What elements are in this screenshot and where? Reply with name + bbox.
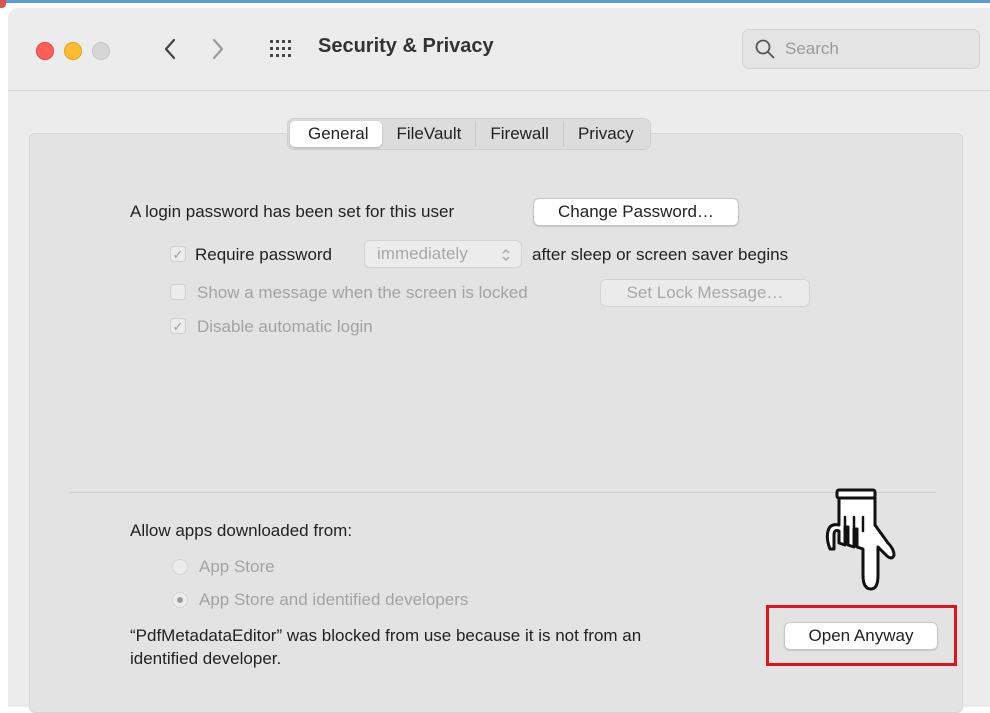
after-sleep-text: after sleep or screen saver begins <box>532 245 789 264</box>
show-message-checkbox[interactable] <box>170 284 186 300</box>
search-input[interactable] <box>783 38 967 60</box>
tab-bar: General FileVault Firewall Privacy <box>287 118 651 150</box>
search-icon <box>755 39 775 59</box>
login-password-text: A login password has been set for this u… <box>130 202 455 221</box>
tab-filevault[interactable]: FileVault <box>382 121 477 147</box>
require-password-delay-select[interactable]: immediately <box>364 240 522 268</box>
delay-select-value: immediately <box>377 244 468 263</box>
tab-firewall[interactable]: Firewall <box>476 121 564 147</box>
require-password-checkbox[interactable]: ✓ <box>170 246 186 262</box>
checkmark-icon: ✓ <box>172 318 184 334</box>
radio-app-store[interactable] <box>172 559 188 575</box>
allow-apps-heading: Allow apps downloaded from: <box>130 521 353 540</box>
window-title: Security & Privacy <box>318 35 494 57</box>
require-password-label: Require password <box>195 245 333 264</box>
highlight-box <box>766 605 957 666</box>
titlebar: Security & Privacy <box>8 8 990 91</box>
tab-privacy[interactable]: Privacy <box>564 121 648 147</box>
chevron-left-icon <box>164 38 176 60</box>
tab-general[interactable]: General <box>290 121 383 147</box>
radio-selected-dot <box>177 597 183 603</box>
blocked-app-message-line2: identified developer. <box>130 649 282 668</box>
close-button[interactable] <box>36 42 54 60</box>
disable-automatic-login-checkbox[interactable]: ✓ <box>170 318 186 334</box>
change-password-button[interactable]: Change Password… <box>533 198 739 226</box>
section-divider <box>70 492 936 493</box>
zoom-button[interactable] <box>92 42 110 60</box>
set-lock-message-button[interactable]: Set Lock Message… <box>600 279 810 307</box>
radio-app-store-identified[interactable] <box>172 592 188 608</box>
forward-button[interactable] <box>204 34 232 64</box>
disable-automatic-login-label: Disable automatic login <box>197 317 373 336</box>
minimize-button[interactable] <box>64 42 82 60</box>
show-all-grid-icon[interactable] <box>270 40 292 58</box>
background-accent-strip <box>0 0 990 8</box>
chevron-right-icon <box>212 38 224 60</box>
checkmark-icon: ✓ <box>172 246 184 262</box>
updown-chevron-icon <box>502 248 510 262</box>
pointing-hand-icon <box>825 488 896 591</box>
blocked-app-message-line1: “PdfMetadataEditor” was blocked from use… <box>130 626 642 645</box>
back-button[interactable] <box>156 34 184 64</box>
radio-app-store-label: App Store <box>199 557 275 576</box>
radio-app-store-identified-label: App Store and identified developers <box>199 590 469 609</box>
show-message-label: Show a message when the screen is locked <box>197 283 528 302</box>
search-field[interactable] <box>742 29 980 69</box>
